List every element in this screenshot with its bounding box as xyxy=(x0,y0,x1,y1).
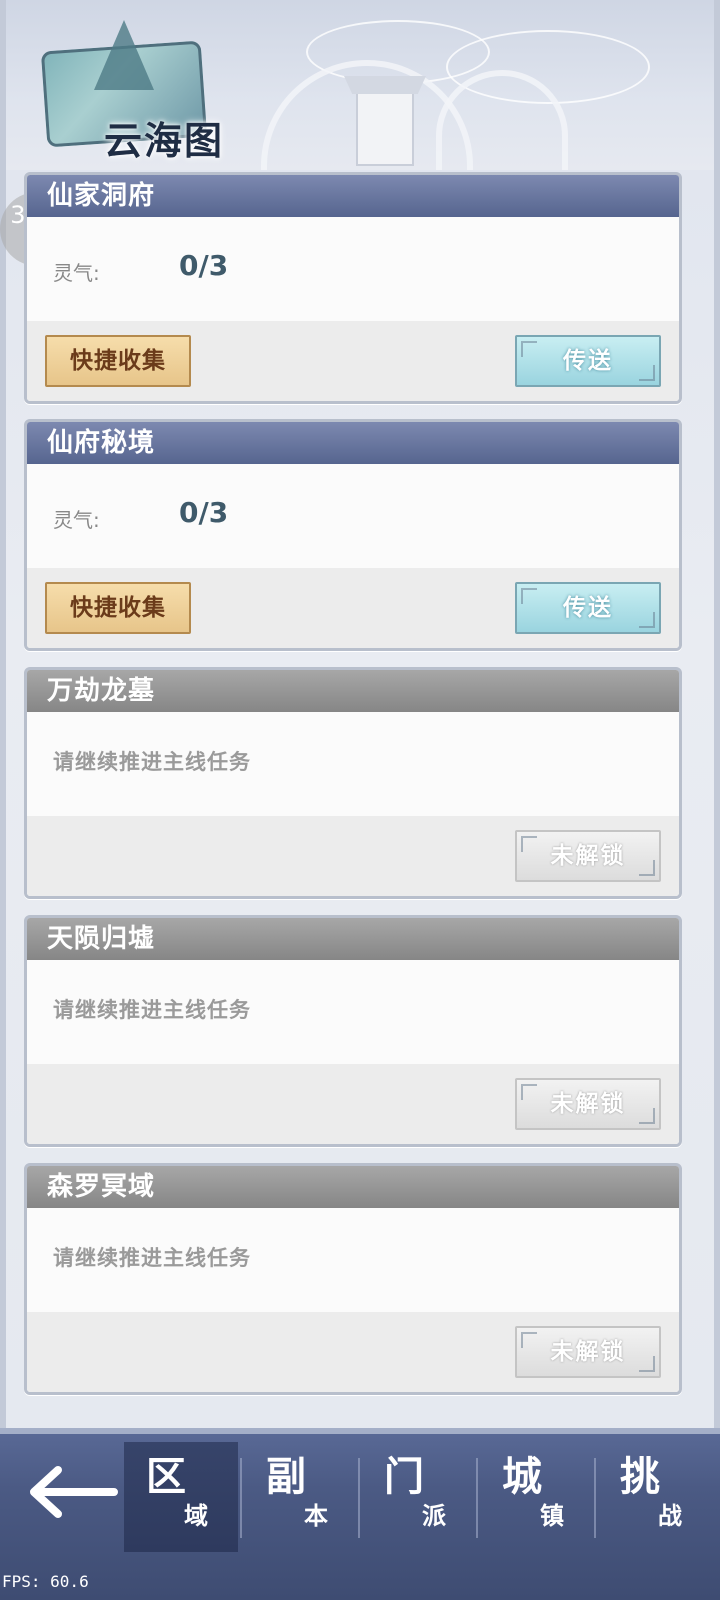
fps-counter: FPS: 60.6 xyxy=(2,1572,89,1591)
teleport-label: 传送 xyxy=(563,595,613,621)
locked-label: 未解锁 xyxy=(550,1091,626,1117)
tab-region-char2: 域 xyxy=(184,1502,208,1530)
corner-ornament-icon xyxy=(521,588,537,604)
corner-ornament-icon xyxy=(521,341,537,357)
tab-dungeon-char1: 副 xyxy=(266,1454,306,1500)
page-title: 云海图 xyxy=(104,119,225,163)
pavilion-illustration xyxy=(356,92,414,166)
locked-button[interactable]: 未解锁 xyxy=(515,1078,661,1130)
region-title: 仙府秘境 xyxy=(27,422,679,464)
arrow-left-icon xyxy=(30,1466,118,1518)
quick-collect-button[interactable]: 快捷收集 xyxy=(45,582,191,634)
spirit-energy-value: 0/3 xyxy=(179,249,229,282)
teleport-button[interactable]: 传送 xyxy=(515,335,661,387)
region-card-locked: 天陨归墟 请继续推进主线任务 未解锁 xyxy=(24,915,682,1147)
spirit-energy-label: 灵气: xyxy=(53,261,100,285)
corner-ornament-icon xyxy=(639,1356,655,1372)
corner-ornament-icon xyxy=(639,612,655,628)
region-body: 请继续推进主线任务 xyxy=(27,1208,679,1312)
tab-sect[interactable]: 门 派 xyxy=(362,1442,476,1552)
unlock-hint: 请继续推进主线任务 xyxy=(53,998,251,1022)
tab-dungeon-char2: 本 xyxy=(304,1502,328,1530)
corner-ornament-icon xyxy=(639,365,655,381)
region-footer: 未解锁 xyxy=(27,1312,679,1392)
region-card: 仙家洞府 灵气: 0/3 快捷收集 传送 xyxy=(24,172,682,404)
bottom-nav: 区 域 副 本 门 派 城 镇 挑 战 xyxy=(0,1428,720,1600)
spirit-energy-value: 0/3 xyxy=(179,496,229,529)
tab-challenge-char1: 挑 xyxy=(620,1454,660,1500)
tab-sect-char2: 派 xyxy=(422,1502,446,1530)
teleport-button[interactable]: 传送 xyxy=(515,582,661,634)
back-button[interactable] xyxy=(28,1462,120,1522)
tab-divider xyxy=(476,1458,478,1538)
tab-town-char2: 镇 xyxy=(540,1502,564,1530)
region-title: 万劫龙墓 xyxy=(27,670,679,712)
region-body: 灵气: 0/3 xyxy=(27,464,679,568)
region-title: 森罗冥域 xyxy=(27,1166,679,1208)
region-title: 天陨归墟 xyxy=(27,918,679,960)
corner-ornament-icon xyxy=(521,1084,537,1100)
locked-label: 未解锁 xyxy=(550,1339,626,1365)
corner-ornament-icon xyxy=(521,836,537,852)
tab-town[interactable]: 城 镇 xyxy=(480,1442,594,1552)
region-footer: 未解锁 xyxy=(27,816,679,896)
locked-button[interactable]: 未解锁 xyxy=(515,830,661,882)
corner-ornament-icon xyxy=(521,1332,537,1348)
region-card-locked: 万劫龙墓 请继续推进主线任务 未解锁 xyxy=(24,667,682,899)
corner-ornament-icon xyxy=(639,1108,655,1124)
teleport-label: 传送 xyxy=(563,348,613,374)
region-footer: 快捷收集 传送 xyxy=(27,568,679,648)
region-body: 灵气: 0/3 xyxy=(27,217,679,321)
region-footer: 未解锁 xyxy=(27,1064,679,1144)
header-banner: 云海图 xyxy=(6,0,714,170)
quick-collect-button[interactable]: 快捷收集 xyxy=(45,335,191,387)
tab-challenge[interactable]: 挑 战 xyxy=(598,1442,712,1552)
tab-town-char1: 城 xyxy=(502,1454,542,1500)
tab-divider xyxy=(358,1458,360,1538)
tab-divider xyxy=(594,1458,596,1538)
region-title: 仙家洞府 xyxy=(27,175,679,217)
region-card: 仙府秘境 灵气: 0/3 快捷收集 传送 xyxy=(24,419,682,651)
region-body: 请继续推进主线任务 xyxy=(27,960,679,1064)
corner-ornament-icon xyxy=(639,860,655,876)
spirit-energy-label: 灵气: xyxy=(53,508,100,532)
tab-dungeon[interactable]: 副 本 xyxy=(244,1442,358,1552)
tab-divider xyxy=(240,1458,242,1538)
tab-sect-char1: 门 xyxy=(384,1454,424,1500)
tab-region-char1: 区 xyxy=(146,1454,186,1500)
region-card-locked: 森罗冥域 请继续推进主线任务 未解锁 xyxy=(24,1163,682,1395)
locked-label: 未解锁 xyxy=(550,843,626,869)
tab-region[interactable]: 区 域 xyxy=(124,1442,238,1552)
region-footer: 快捷收集 传送 xyxy=(27,321,679,401)
region-body: 请继续推进主线任务 xyxy=(27,712,679,816)
unlock-hint: 请继续推进主线任务 xyxy=(53,1246,251,1270)
map-logo: 云海图 xyxy=(34,20,224,163)
tab-challenge-char2: 战 xyxy=(658,1502,682,1530)
unlock-hint: 请继续推进主线任务 xyxy=(53,750,251,774)
locked-button[interactable]: 未解锁 xyxy=(515,1326,661,1378)
